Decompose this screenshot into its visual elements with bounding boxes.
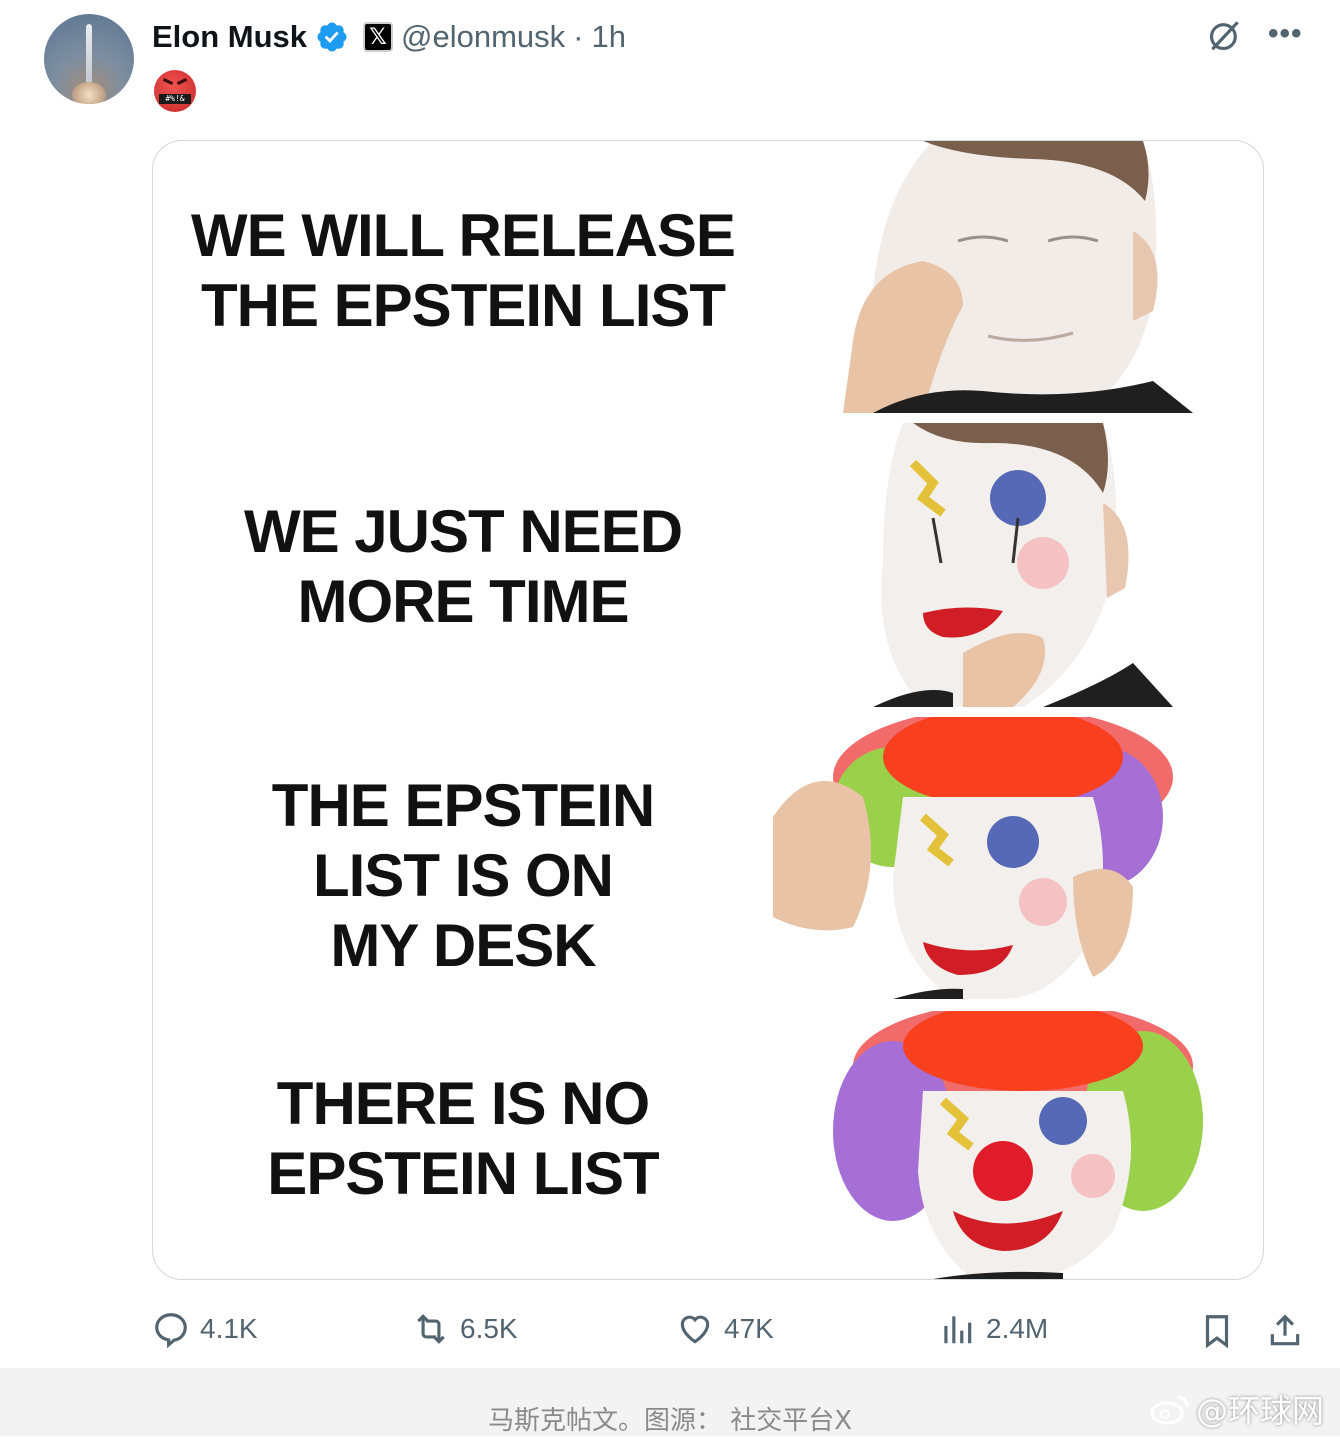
meme-panel-3: THE EPSTEIN LIST IS ON MY DESK	[153, 707, 1263, 999]
x-affiliation-icon[interactable]: 𝕏	[363, 22, 394, 52]
reply-icon	[155, 1313, 187, 1348]
tweet-card: Elon Musk 𝕏 @elonmusk · 1h ••• #%!& WE W…	[4, 0, 1340, 1368]
heart-icon	[680, 1315, 710, 1344]
grok-icon[interactable]	[1206, 16, 1244, 54]
bookmark-icon[interactable]	[1198, 1312, 1236, 1350]
more-options-icon[interactable]: •••	[1268, 19, 1306, 49]
views-count: 2.4M	[986, 1313, 1049, 1344]
avatar[interactable]	[44, 14, 134, 104]
watermark: @环球网	[1150, 1386, 1324, 1432]
like-count: 47K	[724, 1313, 774, 1344]
tweet-actions-bar: 4.1K 6.5K 47K 2.4M	[152, 1300, 1312, 1360]
page-footer: 马斯克帖文。图源： 社交平台X @环球网	[0, 1368, 1340, 1436]
meme-caption-2: WE JUST NEED MORE TIME	[243, 498, 683, 635]
meme-image[interactable]: WE WILL RELEASE THE EPSTEIN LIST WE JUST…	[152, 140, 1264, 1280]
meme-caption-3: THE EPSTEIN LIST IS ON MY DESK	[271, 772, 655, 979]
face-clown-makeup-photo	[773, 423, 1253, 707]
image-source-caption: 马斯克帖文。图源： 社交平台X	[487, 1406, 853, 1436]
author-handle[interactable]: @elonmusk	[401, 19, 565, 55]
angry-cursing-emoji-icon: #%!&	[154, 70, 196, 112]
views-button[interactable]: 2.4M	[938, 1310, 1048, 1348]
reply-count: 4.1K	[200, 1313, 258, 1344]
weibo-icon	[1150, 1395, 1189, 1425]
face-white-paint-photo	[773, 141, 1253, 413]
separator-dot: ·	[573, 19, 584, 54]
timestamp[interactable]: 1h	[592, 19, 626, 55]
rocket-image	[86, 24, 92, 90]
watermark-text: @环球网	[1195, 1392, 1324, 1430]
verified-badge-icon[interactable]	[315, 20, 349, 54]
views-icon	[944, 1316, 972, 1344]
repost-button[interactable]: 6.5K	[412, 1310, 518, 1348]
meme-panel-2: WE JUST NEED MORE TIME	[153, 413, 1263, 707]
meme-caption-4: THERE IS NO EPSTEIN LIST	[267, 1070, 659, 1207]
tweet-header: Elon Musk 𝕏 @elonmusk · 1h	[152, 14, 626, 60]
face-clown-wig-photo	[773, 717, 1253, 999]
rocket-plume	[72, 82, 106, 104]
meme-panel-4: THERE IS NO EPSTEIN LIST	[153, 999, 1263, 1279]
repost-count: 6.5K	[460, 1313, 518, 1344]
meme-panel-1: WE WILL RELEASE THE EPSTEIN LIST	[153, 141, 1263, 413]
reply-button[interactable]: 4.1K	[152, 1310, 258, 1348]
author-name[interactable]: Elon Musk	[152, 19, 307, 55]
share-icon[interactable]	[1266, 1312, 1304, 1350]
repost-icon	[417, 1314, 445, 1344]
meme-caption-1: WE WILL RELEASE THE EPSTEIN LIST	[191, 202, 736, 339]
face-full-clown-photo	[773, 1011, 1253, 1279]
like-button[interactable]: 47K	[676, 1310, 774, 1348]
